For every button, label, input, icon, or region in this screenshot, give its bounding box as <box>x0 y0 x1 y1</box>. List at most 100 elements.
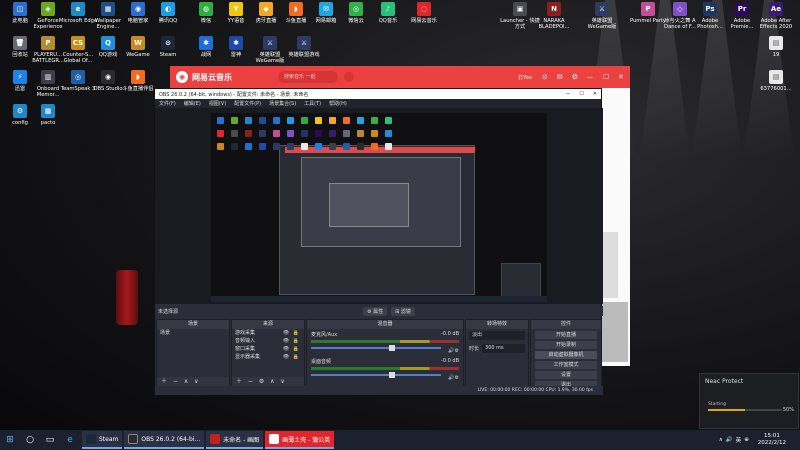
desktop-icon[interactable]: ◌ 网易云音乐 <box>404 2 444 24</box>
desktop-icon-image: ◈ <box>41 2 55 16</box>
scene-item-label: 场景 <box>160 330 171 336</box>
menu-profile[interactable]: 配置文件(P) <box>234 100 261 107</box>
volume-icon[interactable]: 🔊 <box>726 437 733 443</box>
desktop-icon[interactable]: ⊙ Steam <box>148 36 188 58</box>
minimize-icon[interactable]: — <box>565 91 570 97</box>
preview-canvas[interactable] <box>211 113 547 302</box>
menu-help[interactable]: 帮助(H) <box>329 100 347 107</box>
volume-slider[interactable] <box>311 372 441 378</box>
menu-file[interactable]: 文件(F) <box>159 100 176 107</box>
menu-edit[interactable]: 编辑(E) <box>184 100 201 107</box>
volume-slider[interactable] <box>311 345 441 351</box>
properties-button[interactable]: ⚙ 属性 <box>363 306 388 316</box>
taskbar-app-paint[interactable]: 未命名 - 画图 <box>206 431 264 449</box>
desktop-icon[interactable]: ⚔ 英雄联盟 WeGame版 <box>582 2 622 30</box>
eye-lock-icon[interactable]: 👁 🔒 <box>283 353 304 361</box>
filters-button[interactable]: ⊞ 滤镜 <box>391 306 415 316</box>
taskbar-app-netease[interactable]: 画薄土壳 - 蒲公英 <box>265 431 335 449</box>
preview-desktop-icon <box>343 130 350 137</box>
taskbar-app-label: 画薄土壳 - 蒲公英 <box>282 436 331 444</box>
studio-mode-button[interactable]: 工作室模式 <box>535 361 597 369</box>
menu-view[interactable]: 视图(V) <box>209 100 226 107</box>
duration-label: 时长 <box>469 346 480 352</box>
edge-icon[interactable]: e <box>62 432 78 448</box>
controls-header: 控件 <box>531 320 601 329</box>
desktop-icon[interactable]: ⚔ 英雄联盟游戏 <box>284 36 324 58</box>
desktop-icon[interactable]: N NARAKA BLADEPOI... <box>534 2 574 30</box>
desktop-icon[interactable]: ▤ 63776001... <box>756 70 796 92</box>
desktop-icon[interactable]: Ae Adobe After Effects 2020 <box>756 2 796 30</box>
start-windows-icon[interactable]: ⊞ <box>2 432 18 448</box>
speaker-gear-icon[interactable]: 🔊⚙ <box>448 348 459 354</box>
album-image[interactable] <box>602 232 618 298</box>
preview-desktop-icon <box>315 130 322 137</box>
neac-percent: 50% <box>782 407 794 413</box>
tray-expand-icon[interactable]: ∧ <box>719 437 723 443</box>
transition-select[interactable]: 淡出 <box>469 331 525 340</box>
netease-search-input[interactable]: 搜索音乐 一起 <box>278 71 338 83</box>
taskbar-app-obs[interactable]: OBS 26.0.2 (64-bi... <box>124 431 205 449</box>
duration-input[interactable]: 300 ms <box>482 344 525 353</box>
minimize-icon[interactable]: — <box>587 73 594 81</box>
desktop-icon-image: ▣ <box>513 2 527 16</box>
desktop-icon-image: Q <box>101 36 115 50</box>
scene-item[interactable]: 场景 <box>157 329 229 337</box>
desktop-icon[interactable]: ▤ 19 <box>756 36 796 58</box>
maximize-icon[interactable]: ☐ <box>603 73 609 81</box>
desktop-icon-label: 腾讯QQ <box>158 18 178 24</box>
desktop-icon-image: ◎ <box>349 2 363 16</box>
desktop-icon[interactable]: ◗ 斗鱼直播伴侣 <box>118 70 158 92</box>
obs-window[interactable]: OBS 26.0.2 (64-bit, windows) - 配置文件: 未命名… <box>154 88 603 396</box>
scenes-footer[interactable]: ＋ − ∧ ∨ <box>157 377 229 386</box>
desktop-icon-image: 🗑 <box>13 36 27 50</box>
eye-lock-icon[interactable]: 👁 🔒 <box>283 345 304 353</box>
source-item[interactable]: 音频输入 👁 🔒 <box>232 337 304 345</box>
menu-tools[interactable]: 工具(T) <box>304 100 321 107</box>
obs-titlebar[interactable]: OBS 26.0.2 (64-bit, windows) - 配置文件: 未命名… <box>155 89 601 99</box>
menu-scene-collection[interactable]: 场景集合(S) <box>269 100 296 107</box>
search-icon[interactable]: ○ <box>22 432 38 448</box>
netease-titlebar[interactable]: ◉ 网易云音乐 搜索音乐 一起 打Yoo ⊙ ✉ ⚙ — ☐ ✕ <box>170 66 630 88</box>
task-view-icon[interactable]: ▭ <box>42 432 58 448</box>
clock-date: 2022/2/12 <box>757 440 786 446</box>
start-streaming-button[interactable]: 开始直播 <box>535 331 597 339</box>
desktop-icon[interactable]: ▦ pacto <box>28 104 68 126</box>
virtual-camera-button[interactable]: 启动虚拟摄像机 <box>535 351 597 359</box>
netease-ctl-2[interactable]: ⚙ <box>572 73 578 81</box>
source-item[interactable]: 显示器采集 👁 🔒 <box>232 353 304 361</box>
desktop-icon-image: ◐ <box>161 2 175 16</box>
netease-ctl-0[interactable]: ⊙ <box>542 73 548 81</box>
neac-protect-popup[interactable]: Neac Protect Starting 50% <box>699 373 799 429</box>
microphone-icon[interactable] <box>344 72 354 82</box>
desktop-icon-image: ▦ <box>101 2 115 16</box>
netease-icon <box>269 434 280 444</box>
source-item[interactable]: 窗口采集 👁 🔒 <box>232 345 304 353</box>
network-icon[interactable]: ⊕ <box>744 437 749 443</box>
scenes-header: 场景 <box>157 320 229 329</box>
source-item[interactable]: 游戏采集 👁 🔒 <box>232 329 304 337</box>
settings-button[interactable]: 设置 <box>535 371 597 379</box>
steam-icon <box>86 434 96 444</box>
desktop-icon[interactable]: ♪ QQ音乐 <box>368 2 408 24</box>
sources-footer[interactable]: ＋ − ⚙ ∧ ∨ <box>232 377 304 386</box>
close-icon[interactable]: ✕ <box>618 73 624 81</box>
desktop-icon[interactable]: ◐ 腾讯QQ <box>148 2 188 24</box>
netease-ctl-1[interactable]: ✉ <box>557 73 563 81</box>
start-recording-button[interactable]: 开始录制 <box>535 341 597 349</box>
taskbar-app-steam[interactable]: Steam <box>82 431 123 449</box>
netease-username[interactable]: 打Yoo <box>518 74 532 81</box>
eye-lock-icon[interactable]: 👁 🔒 <box>283 337 304 345</box>
neac-status: Starting <box>708 402 726 407</box>
slider-handle[interactable] <box>389 372 395 378</box>
speaker-gear-icon[interactable]: 🔊⚙ <box>448 375 459 381</box>
artist-image[interactable] <box>602 302 628 362</box>
ime-icon[interactable]: 英 <box>736 436 742 444</box>
close-icon[interactable]: ✕ <box>593 91 597 97</box>
slider-handle[interactable] <box>389 345 395 351</box>
obs-preview[interactable] <box>155 108 603 304</box>
eye-lock-icon[interactable]: 👁 🔒 <box>283 329 304 337</box>
desktop-icon-label: 斗鱼直播伴侣 <box>122 86 154 92</box>
maximize-icon[interactable]: ☐ <box>579 91 583 97</box>
sources-header: 来源 <box>232 320 304 329</box>
clock[interactable]: 15:01 2022/2/12 <box>758 433 786 447</box>
